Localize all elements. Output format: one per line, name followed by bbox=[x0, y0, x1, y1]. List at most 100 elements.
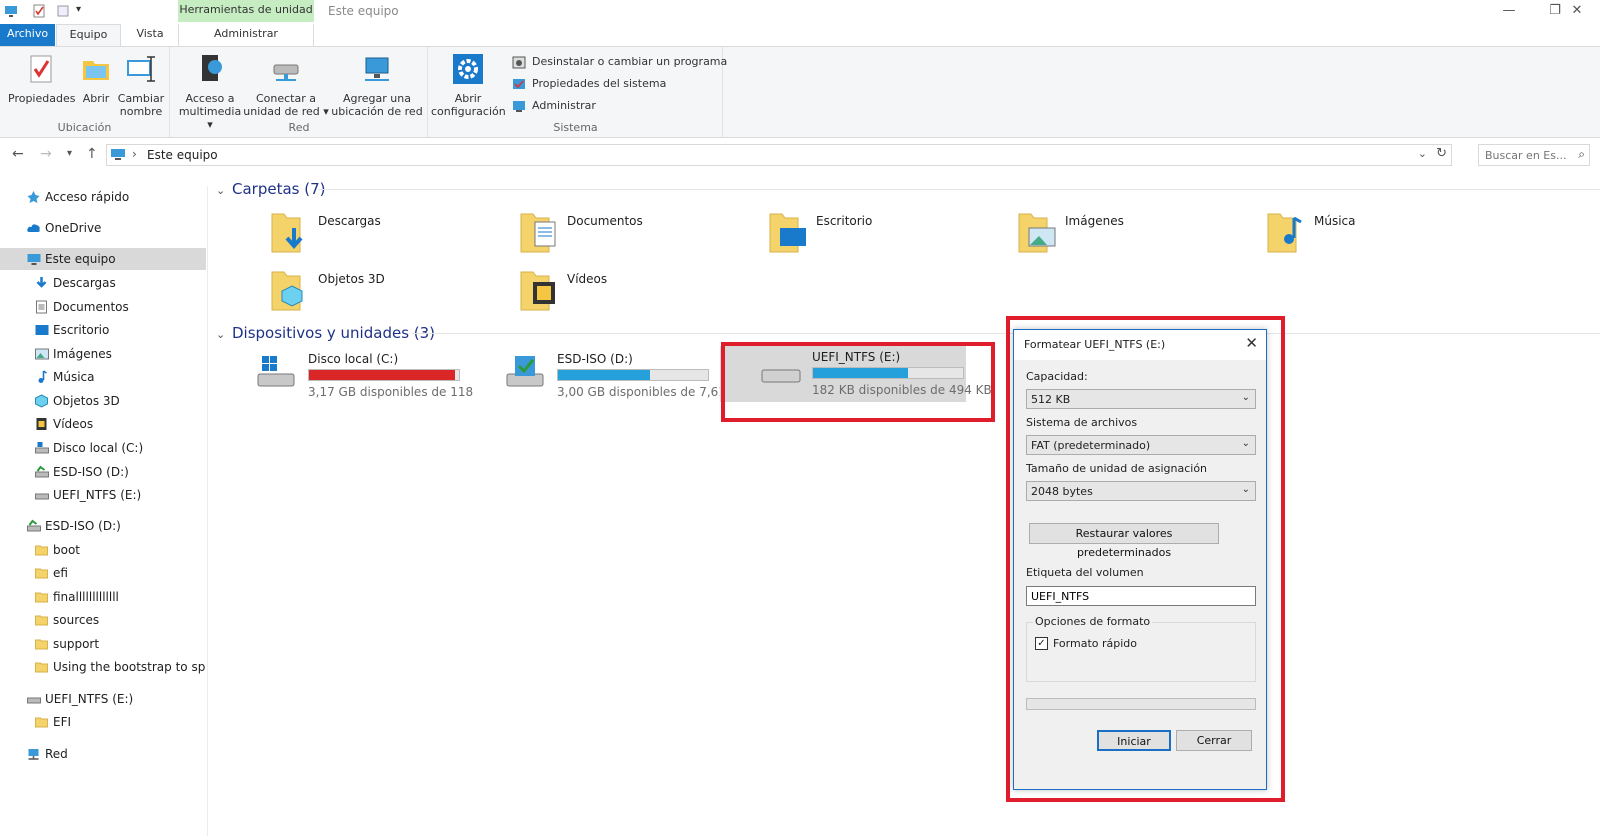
sidebar-item[interactable]: Descargas bbox=[0, 272, 206, 294]
sidebar-item[interactable]: Documentos bbox=[0, 296, 206, 318]
breadcrumb-this-pc[interactable]: Este equipo bbox=[147, 148, 218, 162]
folder-tile[interactable]: Objetos 3D bbox=[270, 266, 510, 316]
sidebar-item[interactable]: UEFI_NTFS (E:) bbox=[0, 688, 206, 710]
sidebar-item-label: Música bbox=[53, 370, 95, 384]
sidebar-item[interactable]: boot bbox=[0, 539, 206, 561]
drive-tile[interactable]: Disco local (C:) 3,17 GB disponibles de 1… bbox=[256, 348, 511, 404]
rename-button[interactable]: Cambiar nombre bbox=[116, 51, 166, 118]
download-icon bbox=[36, 277, 47, 288]
folder-tile[interactable]: Descargas bbox=[270, 208, 510, 258]
sidebar-item-label: UEFI_NTFS (E:) bbox=[45, 692, 134, 706]
sidebar-item[interactable]: Música bbox=[0, 366, 206, 388]
folder-icon bbox=[35, 615, 48, 626]
uninstall-program-button[interactable]: Desinstalar o cambiar un programa bbox=[512, 53, 727, 71]
refresh-icon[interactable]: ↻ bbox=[1436, 146, 1447, 161]
sidebar-item[interactable]: EFI bbox=[0, 711, 206, 733]
sidebar-item[interactable]: Vídeos bbox=[0, 413, 206, 435]
sidebar-item[interactable]: OneDrive bbox=[0, 217, 206, 239]
properties-icon[interactable] bbox=[32, 4, 46, 18]
chevron-down-icon: ⌄ bbox=[1241, 438, 1250, 449]
sidebar-item[interactable]: Red bbox=[0, 743, 206, 765]
sidebar-item[interactable]: Acceso rápido bbox=[0, 186, 206, 208]
folder-name: Objetos 3D bbox=[318, 272, 385, 286]
folder-tile[interactable]: Vídeos bbox=[519, 266, 759, 316]
search-icon[interactable]: ⌕ bbox=[1578, 147, 1585, 162]
address-dropdown-icon[interactable]: ⌄ bbox=[1418, 147, 1427, 160]
quick-access-dropdown-icon[interactable]: ▾ bbox=[76, 4, 90, 18]
capacity-select[interactable]: 512 KB ⌄ bbox=[1026, 389, 1256, 409]
close-window-button[interactable]: ✕ bbox=[1554, 0, 1600, 24]
folder-tile[interactable]: Escritorio bbox=[768, 208, 1008, 258]
new-folder-icon[interactable] bbox=[56, 4, 70, 18]
sidebar-item[interactable]: sources bbox=[0, 609, 206, 631]
close-button[interactable]: Cerrar bbox=[1176, 730, 1252, 751]
volume-label-input[interactable] bbox=[1027, 587, 1247, 605]
collapse-chevron-icon[interactable]: ⌄ bbox=[216, 184, 228, 197]
forward-arrow-icon[interactable]: → bbox=[40, 146, 52, 162]
disc-drive-icon bbox=[27, 519, 41, 532]
sidebar-item[interactable]: Disco local (C:) bbox=[0, 437, 206, 459]
sidebar-item[interactable]: UEFI_NTFS (E:) bbox=[0, 484, 206, 506]
add-network-location-button[interactable]: Agregar una ubicación de red bbox=[331, 51, 423, 118]
volume-label-field[interactable] bbox=[1026, 586, 1256, 606]
sidebar-item[interactable]: ESD-ISO (D:) bbox=[0, 461, 206, 483]
close-icon[interactable]: ✕ bbox=[1245, 334, 1258, 352]
sidebar-item[interactable]: Using the bootstrap to speed bbox=[0, 656, 206, 678]
folder-tile[interactable]: Imágenes bbox=[1017, 208, 1257, 258]
open-settings-button[interactable]: Abrir configuración bbox=[431, 51, 506, 118]
tab-manage[interactable]: Administrar bbox=[178, 24, 314, 46]
dialog-title: Formatear UEFI_NTFS (E:) bbox=[1024, 338, 1166, 351]
address-bar[interactable]: › Este equipo ⌄ ↻ bbox=[106, 144, 1452, 166]
drive-icon bbox=[27, 697, 41, 704]
media-access-button[interactable]: Acceso a multimedia ▾ bbox=[175, 51, 245, 131]
uninstall-icon bbox=[512, 56, 526, 69]
back-arrow-icon[interactable]: ← bbox=[12, 146, 24, 162]
windows-drive-icon bbox=[35, 442, 49, 454]
sidebar-item[interactable]: efi bbox=[0, 562, 206, 584]
star-icon bbox=[27, 191, 40, 203]
quick-format-label[interactable]: Formato rápido bbox=[1053, 637, 1137, 650]
computer-icon[interactable] bbox=[4, 4, 18, 18]
sidebar-item-label: ESD-ISO (D:) bbox=[53, 465, 129, 479]
search-box[interactable]: ⌕ bbox=[1478, 144, 1590, 166]
settings-gear-icon bbox=[453, 54, 483, 84]
folders-section-header[interactable]: ⌄ Carpetas (7) bbox=[216, 180, 326, 198]
up-arrow-icon[interactable]: ↑ bbox=[86, 146, 98, 162]
folder-icon bbox=[35, 545, 48, 556]
sidebar-item[interactable]: finalllllllllllll bbox=[0, 586, 206, 608]
sidebar-item[interactable]: ESD-ISO (D:) bbox=[0, 515, 206, 537]
sidebar-item[interactable]: Este equipo bbox=[0, 248, 206, 270]
start-button[interactable]: Iniciar bbox=[1097, 730, 1171, 751]
properties-button[interactable]: Propiedades bbox=[8, 51, 75, 105]
minimize-button[interactable]: — bbox=[1486, 0, 1532, 24]
drive-free-space: 3,00 GB disponibles de 7,61 bbox=[557, 385, 726, 399]
sidebar-item[interactable]: Objetos 3D bbox=[0, 390, 206, 412]
drive-usage-bar bbox=[557, 369, 709, 381]
tab-computer[interactable]: Equipo bbox=[56, 24, 121, 46]
folder-tile[interactable]: Documentos bbox=[519, 208, 759, 258]
videos-folder-icon bbox=[520, 271, 555, 311]
system-properties-button[interactable]: Propiedades del sistema bbox=[512, 75, 666, 93]
sidebar-item[interactable]: support bbox=[0, 633, 206, 655]
tab-file[interactable]: Archivo bbox=[0, 24, 55, 46]
drive-name: Disco local (C:) bbox=[308, 352, 399, 366]
search-input[interactable] bbox=[1479, 145, 1567, 165]
downloads-folder-icon bbox=[271, 213, 303, 253]
breadcrumb-separator-icon[interactable]: › bbox=[132, 147, 137, 161]
sidebar-item[interactable]: Imágenes bbox=[0, 343, 206, 365]
open-button[interactable]: Abrir bbox=[78, 51, 114, 105]
sidebar-item-label: Imágenes bbox=[53, 347, 112, 361]
quick-format-checkbox[interactable]: ✓ bbox=[1035, 637, 1048, 650]
recent-locations-icon[interactable]: ▾ bbox=[67, 148, 72, 159]
folder-tile[interactable]: Música bbox=[1266, 208, 1506, 258]
devices-section-header[interactable]: ⌄ Dispositivos y unidades (3) bbox=[216, 324, 435, 342]
sidebar-item-label: efi bbox=[53, 566, 68, 580]
collapse-chevron-icon[interactable]: ⌄ bbox=[216, 328, 228, 341]
map-network-drive-button[interactable]: Conectar a unidad de red ▾ bbox=[243, 51, 329, 118]
tab-view[interactable]: Vista bbox=[124, 24, 176, 46]
manage-button[interactable]: Administrar bbox=[512, 97, 596, 115]
restore-defaults-button[interactable]: Restaurar valores predeterminados bbox=[1029, 523, 1219, 559]
sidebar-item[interactable]: Escritorio bbox=[0, 319, 206, 341]
allocation-size-select[interactable]: 2048 bytes ⌄ bbox=[1026, 481, 1256, 501]
file-system-select[interactable]: FAT (predeterminado) ⌄ bbox=[1026, 435, 1256, 455]
